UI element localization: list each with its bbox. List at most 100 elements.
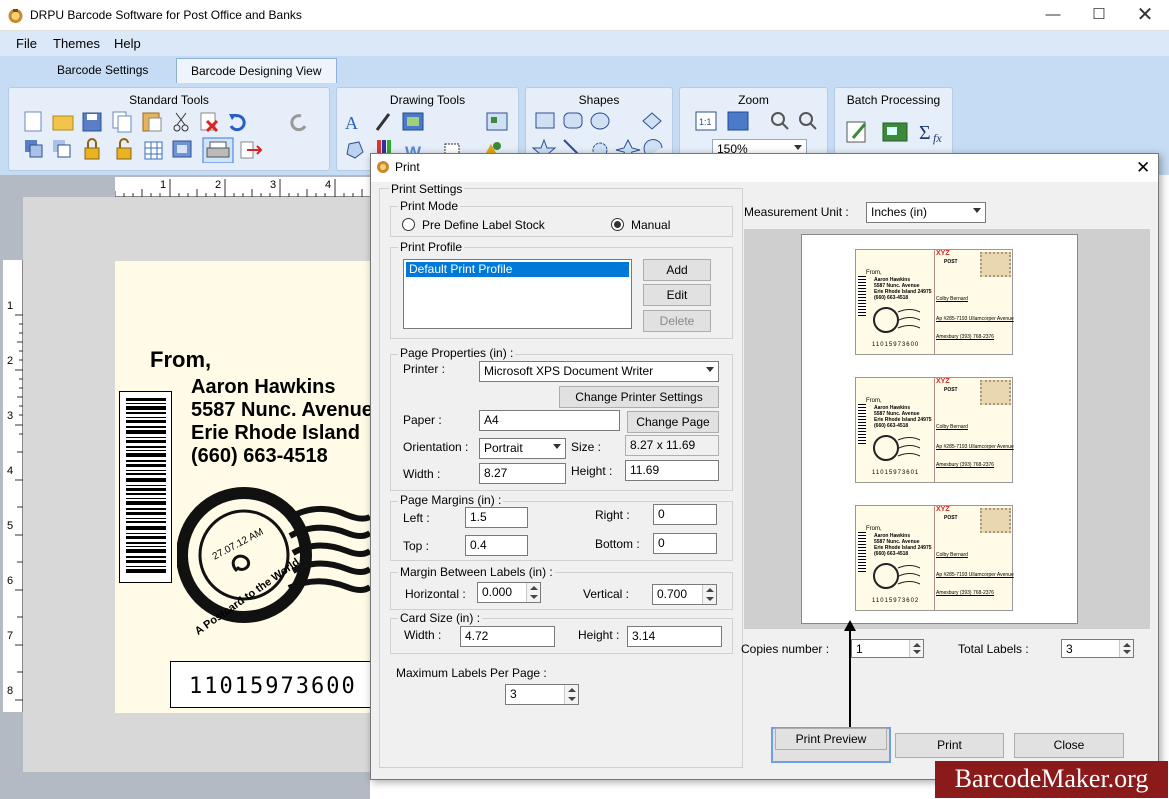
profile-list[interactable]: Default Print Profile [403, 259, 632, 329]
height-field[interactable]: 11.69 [625, 460, 719, 481]
radio-predefine[interactable] [402, 218, 415, 231]
preview-card-stamp [980, 508, 1011, 533]
left-margin-label: Left : [403, 511, 430, 525]
preview-card-code: 11015973601 [872, 470, 920, 476]
menu-bar: File Themes Help [0, 31, 1169, 56]
printer-select[interactable]: Microsoft XPS Document Writer [479, 361, 719, 382]
width-label: Width : [403, 467, 441, 481]
label-city[interactable]: Erie Rhode Island [191, 422, 360, 445]
change-printer-settings-button[interactable]: Change Printer Settings [559, 386, 719, 408]
diamond-icon [642, 112, 662, 130]
tab-barcode-settings[interactable]: Barcode Settings [43, 58, 162, 83]
delete-profile-button[interactable]: Delete [643, 310, 711, 332]
profile-list-item[interactable]: Default Print Profile [406, 262, 629, 277]
horizontal-barcode[interactable]: 11015973600 [170, 661, 370, 708]
radio-predefine-label[interactable]: Pre Define Label Stock [422, 218, 545, 232]
print-dialog: Print ✕ Print Settings Print Mode Pre De… [370, 153, 1159, 780]
preview-card-barcode [858, 404, 866, 444]
batch-icons: Σfx [846, 121, 942, 145]
card-width-field[interactable]: 4.72 [460, 626, 555, 647]
spinner-arrows-icon[interactable] [1119, 640, 1133, 657]
menu-help[interactable]: Help [114, 36, 141, 51]
label-phone[interactable]: (660) 663-4518 [191, 445, 328, 468]
edit-profile-button[interactable]: Edit [643, 284, 711, 306]
copies-label: Copies number : [741, 642, 830, 656]
ruler-label: 4 [325, 179, 332, 191]
label-from[interactable]: From, [150, 347, 211, 373]
height-label: Height : [571, 464, 613, 478]
print-mode-title: Print Mode [398, 199, 461, 213]
copy-icon [112, 111, 132, 133]
label-canvas[interactable]: From, Aaron Hawkins 5587 Nunc. Avenue Er… [115, 261, 370, 713]
preview-card: From, Aaron Hawkins 5587 Nunc. Avenue Er… [855, 377, 1014, 483]
orientation-label: Orientation : [403, 440, 469, 454]
formula-icon: Σfx [919, 122, 942, 145]
spinner-arrows-icon[interactable] [564, 685, 578, 704]
bottom-margin-field[interactable]: 0 [653, 533, 717, 554]
radio-manual-label[interactable]: Manual [631, 218, 670, 232]
vertical-spinner[interactable]: 0.700 [652, 584, 717, 605]
delete-icon [200, 112, 219, 133]
menu-file[interactable]: File [16, 36, 37, 51]
ellipse-icon [590, 112, 610, 130]
measurement-unit-select[interactable]: Inches (in) [866, 202, 986, 223]
preview-card-addr1: Colby Bernard [936, 424, 968, 430]
ruler-label: 7 [7, 630, 14, 642]
print-button[interactable]: Print [895, 733, 1004, 758]
spinner-arrows-icon[interactable] [702, 585, 716, 604]
layer-front-icon [53, 140, 71, 158]
horizontal-spinner[interactable]: 0.000 [477, 582, 541, 603]
dialog-close-icon[interactable]: ✕ [1136, 158, 1150, 178]
add-profile-button[interactable]: Add [643, 259, 711, 281]
preview-card-divider [934, 250, 935, 354]
maximize-icon[interactable]: ☐ [1076, 0, 1122, 31]
copies-value: 1 [856, 642, 863, 656]
card-height-field[interactable]: 3.14 [627, 626, 722, 647]
width-field[interactable]: 8.27 [479, 463, 566, 484]
left-margin-field[interactable]: 1.5 [465, 507, 528, 528]
preview-card-from: From, [866, 526, 882, 532]
paper-field[interactable]: A4 [479, 410, 620, 431]
standard-tools-title: Standard Tools [129, 93, 209, 107]
right-margin-field[interactable]: 0 [653, 504, 717, 525]
print-icon [202, 137, 234, 163]
vertical-barcode[interactable] [119, 391, 172, 583]
radio-manual[interactable] [611, 218, 624, 231]
label-name[interactable]: Aaron Hawkins [191, 376, 335, 399]
ruler-label: 8 [7, 685, 14, 697]
preview-card-barcode [858, 276, 866, 316]
preview-card-brand: XYZ [936, 378, 950, 385]
print-preview-button-face[interactable]: Print Preview [775, 728, 887, 750]
close-button[interactable]: Close [1014, 733, 1124, 758]
top-margin-field[interactable]: 0.4 [465, 535, 528, 556]
fit-icon [727, 111, 749, 131]
paste-icon [142, 112, 162, 132]
preview-card-addr1: Colby Bernard [936, 552, 968, 558]
print-preview-button[interactable]: Print Preview [771, 727, 891, 763]
label-street[interactable]: 5587 Nunc. Avenue [191, 399, 370, 422]
ruler-label: 3 [270, 179, 277, 191]
change-page-button[interactable]: Change Page [627, 411, 719, 433]
menu-themes[interactable]: Themes [53, 36, 100, 51]
close-icon[interactable]: ✕ [1122, 0, 1168, 31]
spinner-arrows-icon[interactable] [909, 640, 923, 657]
max-labels-spinner[interactable]: 3 [505, 684, 579, 705]
orientation-select[interactable]: Portrait [479, 438, 566, 459]
horizontal-ruler: 1 2 3 4 [114, 177, 370, 197]
preview-card-from: From, [866, 270, 882, 276]
bottom-margin-label: Bottom : [595, 537, 640, 551]
ruler-label: 3 [7, 410, 14, 422]
zoom-in-icon [771, 112, 789, 130]
preview-card-post: POST [944, 387, 958, 393]
measurement-unit-value: Inches (in) [871, 205, 928, 219]
total-labels-spinner[interactable]: 3 [1061, 639, 1134, 658]
copies-spinner[interactable]: 1 [851, 639, 924, 658]
tab-barcode-designing-view[interactable]: Barcode Designing View [176, 58, 337, 83]
paper-label: Paper : [403, 413, 442, 427]
preview-card-postmark [873, 435, 921, 461]
spinner-arrows-icon[interactable] [526, 583, 540, 602]
title-bar: DRPU Barcode Software for Post Office an… [0, 0, 1169, 31]
top-margin-label: Top : [403, 539, 430, 553]
total-labels-value: 3 [1066, 642, 1073, 656]
minimize-icon[interactable]: — [1030, 0, 1076, 31]
